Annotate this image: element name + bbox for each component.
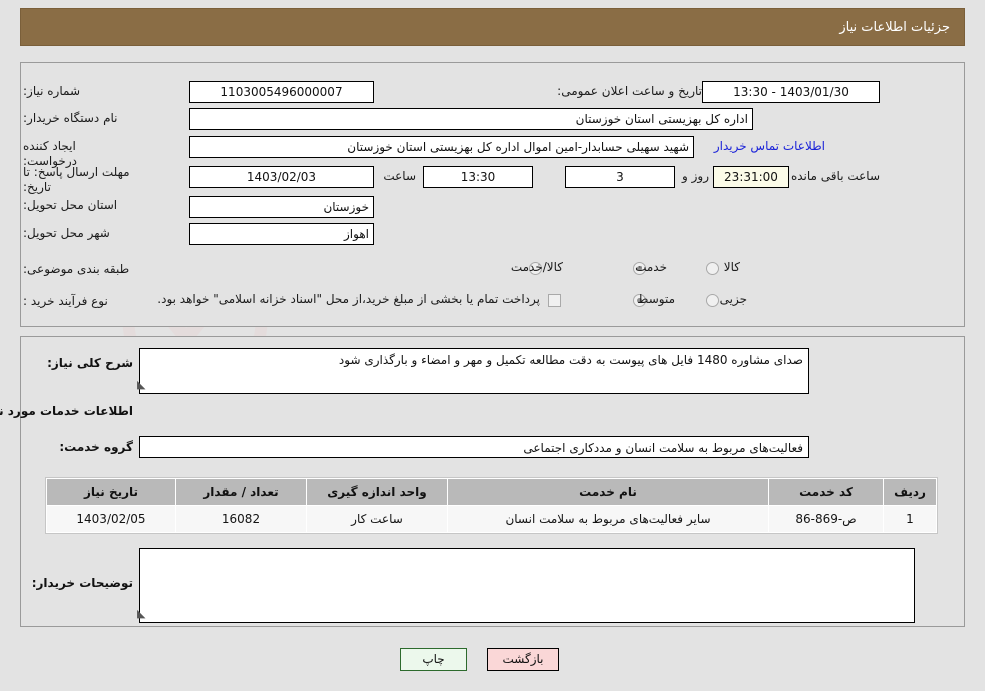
deadline-label: مهلت ارسال پاسخ: تا تاریخ: [23, 165, 130, 194]
purchase-type-label: نوع فرآیند خرید : [23, 294, 108, 308]
countdown-value: 23:31:00 [713, 166, 789, 188]
treasury-docs-label: پرداخت تمام یا بخشی از مبلغ خرید،از محل … [157, 292, 540, 306]
print-button[interactable]: چاپ [400, 648, 467, 671]
cell-service-name: سایر فعالیت‌های مربوط به سلامت انسان [447, 505, 769, 533]
col-quantity: تعداد / مقدار [175, 478, 307, 506]
col-unit: واحد اندازه گیری [306, 478, 448, 506]
services-table-wrapper: ردیف کد خدمت نام خدمت واحد اندازه گیری ت… [45, 477, 938, 534]
radio-category-kala[interactable] [706, 262, 719, 275]
radio-category-kala-label: کالا [723, 260, 740, 274]
cell-service-code: ص-869-86 [768, 505, 884, 533]
textarea-resize-grip-icon[interactable]: ◢ [137, 378, 145, 391]
cell-need-date: 1403/02/05 [46, 505, 176, 533]
col-service-code: کد خدمت [768, 478, 884, 506]
services-info-title: اطلاعات خدمات مورد نیاز [0, 404, 133, 418]
deadline-hour-label: ساعت [383, 169, 416, 183]
need-number-label: شماره نیاز: [23, 84, 80, 98]
table-header-row: ردیف کد خدمت نام خدمت واحد اندازه گیری ت… [46, 478, 937, 506]
deadline-date-value: 1403/02/03 [189, 166, 374, 188]
col-need-date: تاریخ نیاز [46, 478, 176, 506]
buyer-notes-textarea[interactable] [139, 548, 915, 623]
back-button[interactable]: بازگشت [487, 648, 559, 671]
services-table: ردیف کد خدمت نام خدمت واحد اندازه گیری ت… [46, 478, 937, 533]
general-desc-textarea[interactable]: صدای مشاوره 1480 فایل های پیوست به دقت م… [139, 348, 809, 394]
announce-datetime-value: 1403/01/30 - 13:30 [702, 81, 880, 103]
buyer-org-value: اداره کل بهزیستی استان خوزستان [189, 108, 753, 130]
table-row[interactable]: 1 ص-869-86 سایر فعالیت‌های مربوط به سلام… [46, 505, 937, 533]
general-desc-label: شرح کلی نیاز: [47, 356, 133, 370]
page-header: جزئیات اطلاعات نیاز [20, 8, 965, 46]
radio-category-kala-khedmat-label: کالا/خدمت [510, 260, 563, 274]
radio-purchase-jozii[interactable] [706, 294, 719, 307]
cell-unit: ساعت کار [306, 505, 448, 533]
delivery-province-value: خوزستان [189, 196, 374, 218]
service-group-label: گروه خدمت: [59, 440, 133, 454]
buyer-contact-link[interactable]: اطلاعات تماس خریدار [714, 139, 825, 153]
service-group-value: فعالیت‌های مربوط به سلامت انسان و مددکار… [139, 436, 809, 458]
deadline-hour-value: 13:30 [423, 166, 533, 188]
treasury-docs-checkbox[interactable] [548, 294, 561, 307]
category-label: طبقه بندی موضوعی: [23, 262, 130, 276]
buyer-notes-label: توضیحات خریدار: [31, 576, 133, 590]
announce-datetime-label: تاریخ و ساعت اعلان عمومی: [557, 84, 702, 98]
delivery-city-value: اهواز [189, 223, 374, 245]
delivery-province-label: استان محل تحویل: [23, 198, 118, 212]
remaining-days-value: 3 [565, 166, 675, 188]
cell-row: 1 [883, 505, 937, 533]
page-title: جزئیات اطلاعات نیاز [839, 19, 950, 35]
delivery-city-label: شهر محل تحویل: [23, 226, 110, 240]
countdown-label: ساعت باقی مانده [790, 169, 880, 183]
buyer-notes-resize-grip-icon[interactable]: ◢ [137, 607, 145, 620]
remaining-days-label: روز و [682, 169, 709, 183]
cell-quantity: 16082 [175, 505, 307, 533]
radio-category-khedmat-label: خدمت [635, 260, 667, 274]
col-row: ردیف [883, 478, 937, 506]
requester-value: شهید سهیلی حسابدار-امین اموال اداره کل ب… [189, 136, 694, 158]
col-service-name: نام خدمت [447, 478, 769, 506]
radio-purchase-jozii-label: جزیی [719, 292, 747, 306]
buyer-org-label: نام دستگاه خریدار: [23, 111, 118, 125]
radio-purchase-motevaset-label: متوسط [637, 292, 675, 306]
need-number-value: 1103005496000007 [189, 81, 374, 103]
